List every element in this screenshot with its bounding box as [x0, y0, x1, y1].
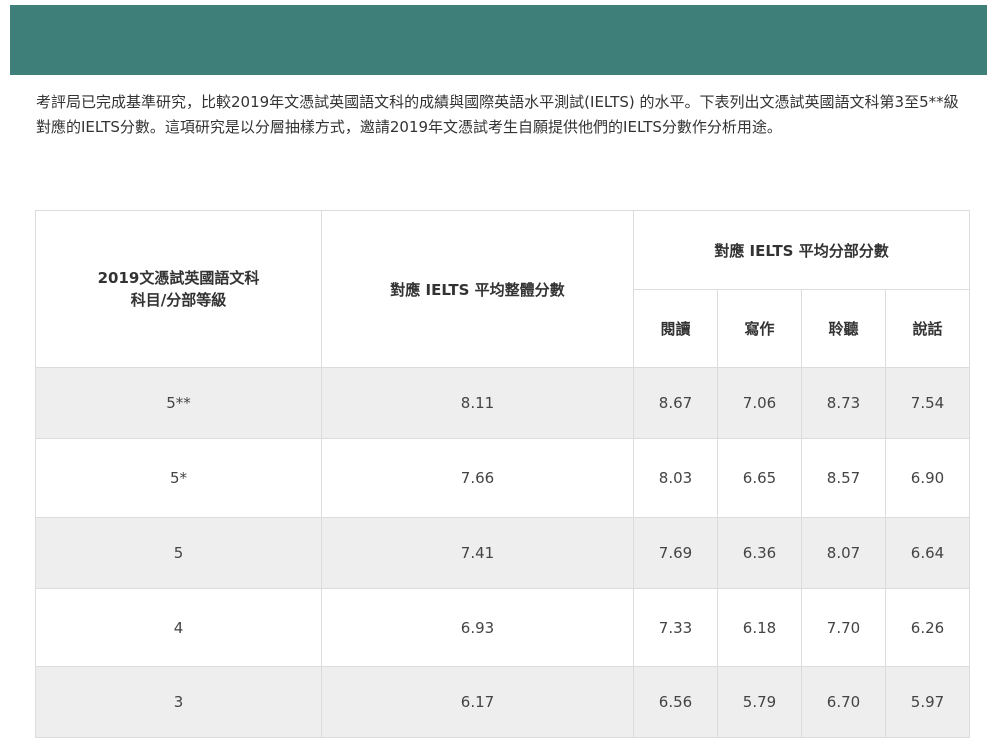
- table-row: 5 7.41 7.69 6.36 8.07 6.64: [35, 517, 971, 589]
- level-cell: 4: [35, 588, 322, 667]
- table-row: 5** 8.11 8.67 7.06 8.73 7.54: [35, 367, 971, 439]
- writing-cell: 6.65: [717, 438, 802, 518]
- overall-cell: 6.93: [321, 588, 634, 667]
- overall-cell: 8.11: [321, 367, 634, 439]
- overall-cell: 7.66: [321, 438, 634, 518]
- listening-cell: 8.57: [801, 438, 886, 518]
- listening-cell: 6.70: [801, 666, 886, 738]
- table-row: 3 6.17 6.56 5.79 6.70 5.97: [35, 666, 971, 738]
- writing-cell: 5.79: [717, 666, 802, 738]
- column-header-speaking: 說話: [884, 289, 971, 368]
- subject-header-line-1: 2019文憑試英國語文科: [97, 269, 260, 287]
- writing-cell: 6.36: [717, 517, 802, 589]
- overall-cell: 6.17: [321, 666, 634, 738]
- column-header-reading: 閱讀: [633, 289, 718, 368]
- column-header-subject-level: 2019文憑試英國語文科 科目/分部等級: [35, 210, 322, 368]
- level-cell: 5**: [35, 367, 322, 439]
- table-row: 4 6.93 7.33 6.18 7.70 6.26: [35, 588, 971, 667]
- intro-paragraph: 考評局已完成基準研究，比較2019年文憑試英國語文科的成績與國際英語水平測試(I…: [36, 93, 959, 136]
- header-banner: [10, 5, 987, 75]
- column-header-overall: 對應 IELTS 平均整體分數: [321, 210, 634, 368]
- subject-header-line-2: 科目/分部等級: [130, 291, 227, 309]
- reading-cell: 8.67: [633, 367, 718, 439]
- speaking-cell: 6.90: [884, 438, 971, 518]
- speaking-cell: 6.64: [884, 517, 971, 589]
- column-header-components: 對應 IELTS 平均分部分數: [632, 210, 971, 290]
- writing-cell: 7.06: [717, 367, 802, 439]
- listening-cell: 8.07: [801, 517, 886, 589]
- reading-cell: 8.03: [633, 438, 718, 518]
- overall-cell: 7.41: [321, 517, 634, 589]
- writing-cell: 6.18: [717, 588, 802, 667]
- speaking-cell: 5.97: [884, 666, 971, 738]
- listening-cell: 7.70: [801, 588, 886, 667]
- column-header-writing: 寫作: [717, 289, 802, 368]
- speaking-cell: 7.54: [884, 367, 971, 439]
- level-cell: 5: [35, 517, 322, 589]
- speaking-cell: 6.26: [884, 588, 971, 667]
- reading-cell: 7.69: [633, 517, 718, 589]
- reading-cell: 6.56: [633, 666, 718, 738]
- level-cell: 3: [35, 666, 322, 738]
- level-cell: 5*: [35, 438, 322, 518]
- ielts-correspondence-table: 2019文憑試英國語文科 科目/分部等級 對應 IELTS 平均整體分數 對應 …: [35, 210, 971, 738]
- reading-cell: 7.33: [633, 588, 718, 667]
- column-header-listening: 聆聽: [801, 289, 886, 368]
- table-row: 5* 7.66 8.03 6.65 8.57 6.90: [35, 438, 971, 518]
- listening-cell: 8.73: [801, 367, 886, 439]
